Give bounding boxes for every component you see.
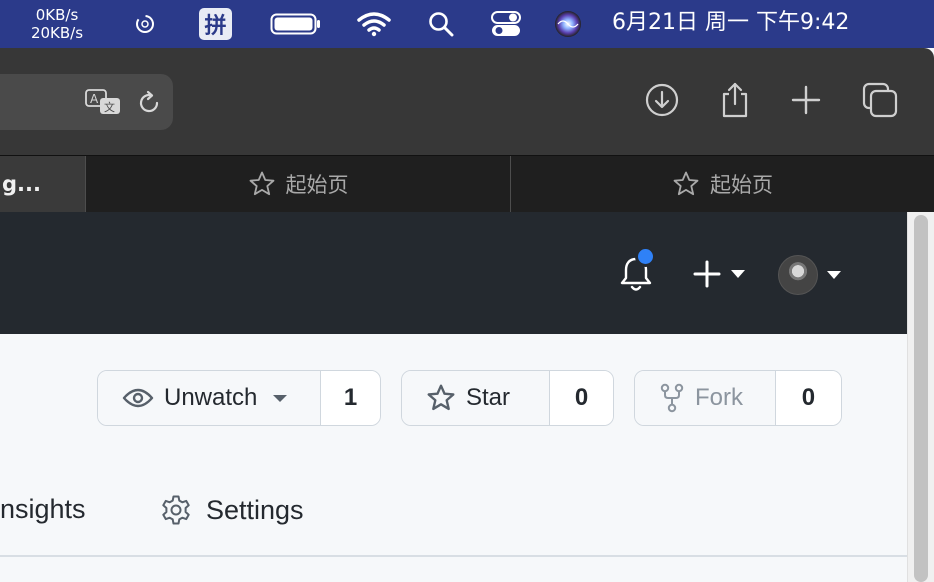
address-bar[interactable]: A文 <box>0 74 173 130</box>
plus-icon <box>791 85 821 115</box>
tab-active[interactable]: g... <box>0 156 85 212</box>
share-button[interactable] <box>715 80 755 120</box>
watchers-count[interactable]: 1 <box>320 371 380 425</box>
star-icon <box>248 170 276 198</box>
wifi-icon[interactable] <box>356 10 392 38</box>
stargazers-count[interactable]: 0 <box>549 371 613 425</box>
avatar <box>778 255 818 295</box>
tab-label: 起始页 <box>710 173 773 197</box>
net-upload: 0KB/s <box>35 6 79 24</box>
star-icon <box>672 170 700 198</box>
plus-icon <box>693 260 721 288</box>
net-download: 20KB/s <box>30 24 84 42</box>
caret-down-icon <box>827 271 841 279</box>
gear-icon <box>160 494 192 526</box>
tab-start-page-1[interactable]: 起始页 <box>86 156 510 212</box>
star-button-group: Star 0 <box>401 370 614 426</box>
star-icon <box>426 383 456 413</box>
reload-icon[interactable] <box>136 90 162 121</box>
forks-count[interactable]: 0 <box>774 371 841 425</box>
downloads-button[interactable] <box>642 80 682 120</box>
settings-label: Settings <box>206 494 304 525</box>
spotlight-search-icon[interactable] <box>426 10 456 38</box>
caret-down-icon <box>273 395 288 402</box>
menubar-clock[interactable]: 6月21日 周一 下午9:42 <box>612 8 849 38</box>
eye-icon <box>122 386 154 410</box>
control-center-icon[interactable] <box>489 10 523 38</box>
tab-settings[interactable]: Settings <box>160 494 304 526</box>
new-tab-button[interactable] <box>786 80 826 120</box>
nav-divider <box>0 555 907 557</box>
notification-dot <box>635 246 656 267</box>
tab-overview-button[interactable] <box>860 80 900 120</box>
tab-label: g... <box>2 172 41 196</box>
create-new-menu[interactable] <box>692 258 752 290</box>
tab-insights[interactable]: nsights <box>0 494 86 525</box>
repo-header: Unwatch 1 Star 0 Fork 0 nsights Settings <box>0 334 907 582</box>
tab-label: 起始页 <box>285 173 349 197</box>
star-label: Star <box>466 384 511 411</box>
github-header <box>0 212 907 334</box>
tab-bar: g... 起始页 起始页 <box>0 155 934 212</box>
user-menu[interactable] <box>778 254 844 296</box>
fork-icon <box>659 383 685 413</box>
fork-button[interactable]: Fork <box>635 371 775 425</box>
siri-icon[interactable] <box>553 10 583 38</box>
download-icon <box>645 83 679 117</box>
svg-text:文: 文 <box>104 100 115 114</box>
caret-down-icon <box>731 270 745 278</box>
watch-button-group: Unwatch 1 <box>97 370 381 426</box>
share-icon <box>722 82 748 118</box>
tab-start-page-2[interactable]: 起始页 <box>511 156 934 212</box>
insights-label: nsights <box>0 494 86 524</box>
unwatch-button[interactable]: Unwatch <box>98 371 320 425</box>
browser-toolbar: A文 <box>0 48 934 155</box>
star-button[interactable]: Star <box>402 371 549 425</box>
tabs-overview-icon <box>862 82 898 118</box>
scrollbar-thumb[interactable] <box>914 215 928 582</box>
fork-label: Fork <box>695 384 743 411</box>
input-method-icon[interactable]: 拼 <box>199 8 232 40</box>
unwatch-label: Unwatch <box>164 384 258 411</box>
menu-bar: 0KB/s 20KB/s 拼 6月21日 周一 下午9:42 <box>0 0 934 48</box>
fork-button-group: Fork 0 <box>634 370 842 426</box>
network-speed[interactable]: 0KB/s 20KB/s <box>22 6 92 42</box>
screen-time-icon[interactable] <box>130 10 160 38</box>
svg-text:A: A <box>90 92 99 106</box>
battery-icon[interactable] <box>270 10 322 38</box>
translate-icon[interactable]: A文 <box>84 88 124 123</box>
